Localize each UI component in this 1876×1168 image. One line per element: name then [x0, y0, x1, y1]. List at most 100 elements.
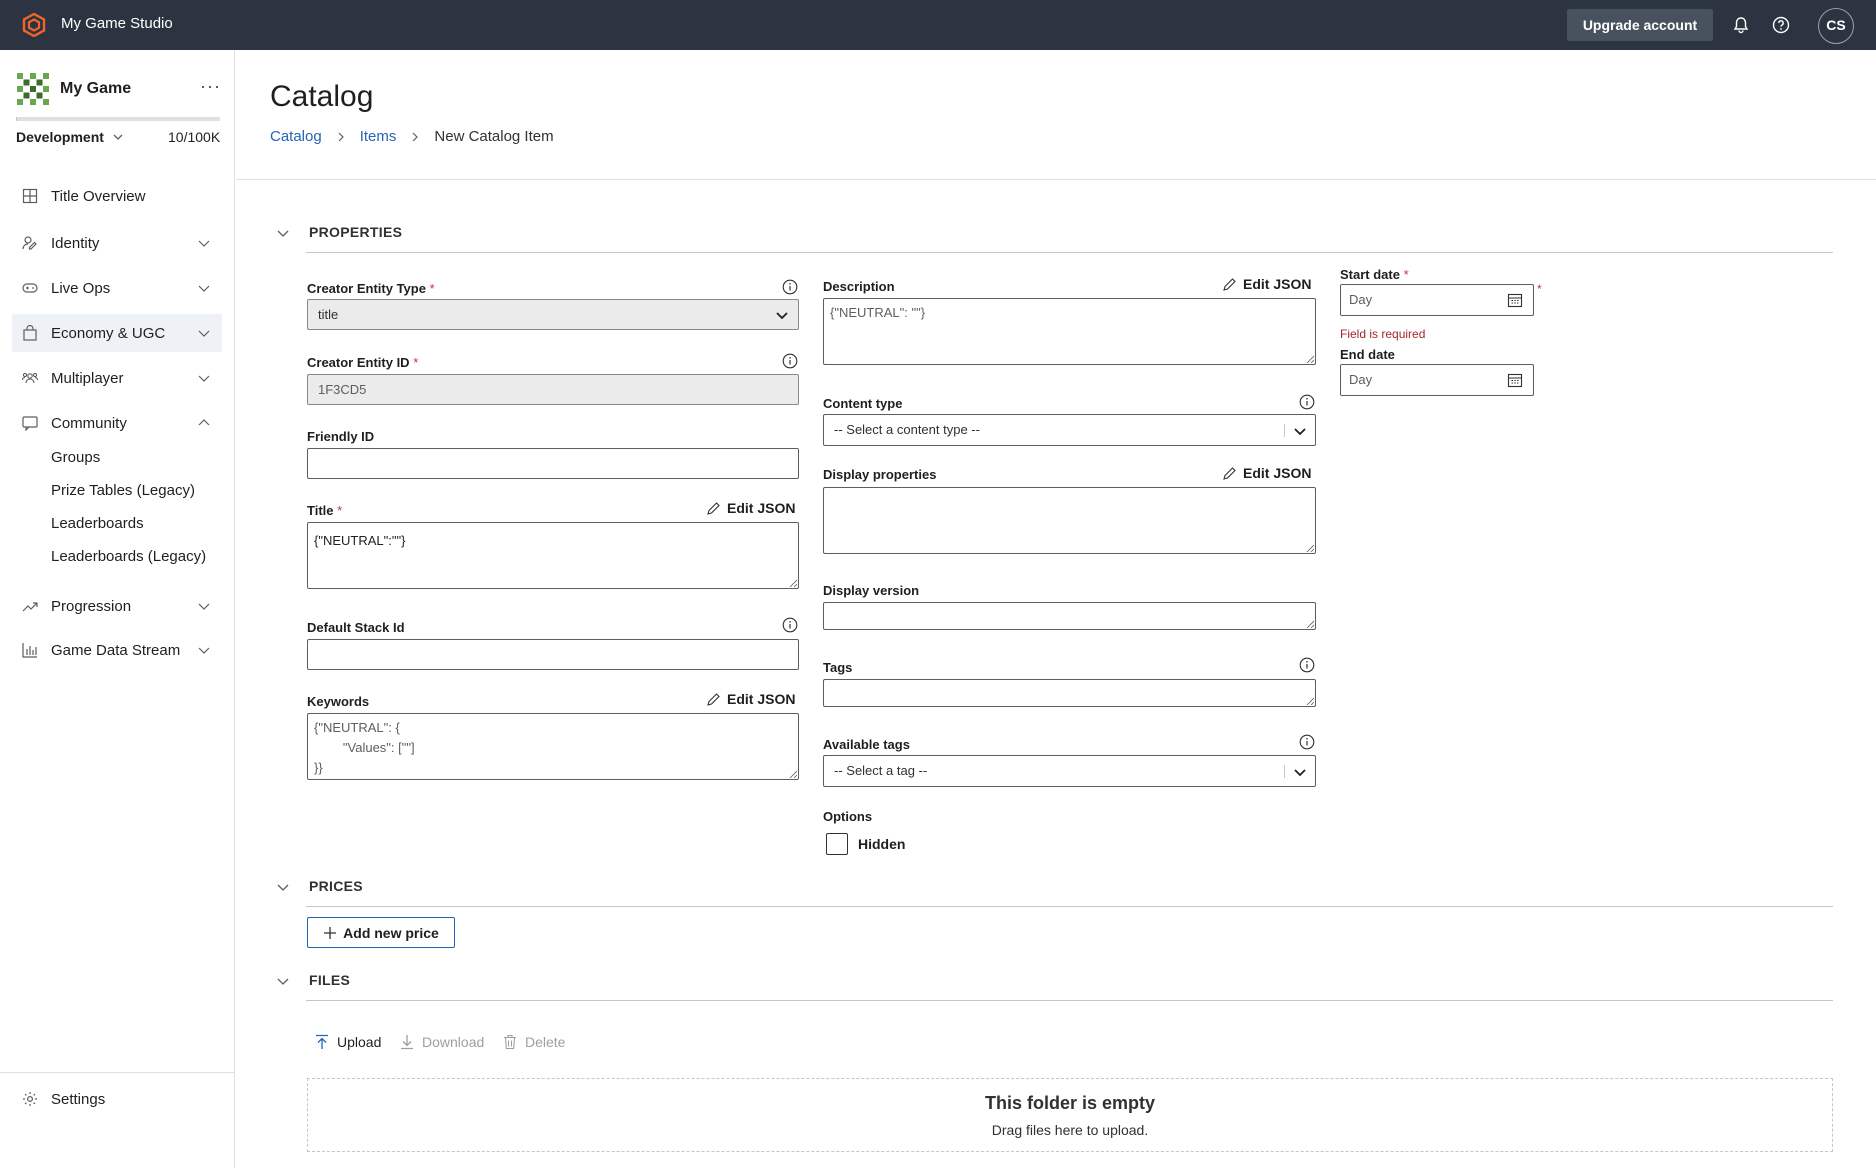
available-tags-select[interactable]: -- Select a tag -- [823, 755, 1316, 787]
identity-icon [22, 236, 37, 250]
delete-button[interactable]: Delete [503, 1034, 565, 1050]
resize-grip-icon[interactable] [1306, 697, 1314, 705]
section-divider [306, 1000, 1833, 1001]
info-icon[interactable] [782, 617, 798, 633]
display-properties-label: Display properties [823, 467, 937, 482]
friendly-id-field[interactable] [307, 448, 799, 479]
download-button[interactable]: Download [400, 1034, 484, 1050]
creator-entity-id-label: Creator Entity ID * [307, 355, 419, 370]
empty-folder-title: This folder is empty [984, 1093, 1156, 1113]
trash-icon [504, 1034, 516, 1050]
sidebar-item-live-ops[interactable]: Live Ops [12, 269, 222, 307]
properties-section-toggle[interactable]: PROPERTIES [276, 224, 402, 240]
more-options-icon[interactable]: ··· [200, 76, 221, 97]
chevron-right-icon [338, 132, 344, 141]
hidden-checkbox[interactable] [826, 833, 848, 855]
sidebar-item-progression[interactable]: Progression [12, 587, 222, 625]
description-edit-json-button[interactable]: Edit JSON [1222, 276, 1311, 292]
game-icon [17, 73, 49, 105]
resize-grip-icon[interactable] [789, 770, 797, 778]
sidebar-subitem-prize-tables[interactable]: Prize Tables (Legacy) [51, 482, 195, 499]
creator-entity-type-value: title [318, 307, 339, 322]
sidebar-subitem-leaderboards[interactable]: Leaderboards [51, 515, 144, 532]
content-type-select[interactable]: -- Select a content type -- [823, 414, 1316, 446]
chevron-up-icon [198, 419, 210, 426]
sidebar-item-game-data-stream[interactable]: Game Data Stream [12, 631, 222, 669]
bell-icon[interactable] [1731, 15, 1751, 35]
studio-name[interactable]: My Game Studio [61, 15, 173, 32]
pencil-icon [707, 692, 720, 706]
bar-chart-icon [22, 643, 37, 658]
end-date-picker[interactable]: Day [1340, 364, 1534, 396]
info-icon[interactable] [782, 279, 798, 295]
breadcrumb-catalog[interactable]: Catalog [270, 128, 322, 145]
prices-section-toggle[interactable]: PRICES [276, 878, 363, 894]
calendar-icon[interactable] [1507, 292, 1523, 308]
pencil-icon [1223, 277, 1236, 291]
info-icon[interactable] [1299, 734, 1315, 750]
chevron-down-icon [776, 312, 788, 320]
keywords-textarea[interactable]: {"NEUTRAL": { "Values": [""] }} [307, 713, 799, 780]
environment-selector[interactable]: Development [16, 129, 124, 145]
sidebar-item-multiplayer[interactable]: Multiplayer [12, 359, 222, 397]
chevron-down-icon [1294, 769, 1306, 777]
resize-grip-icon[interactable] [1306, 544, 1314, 552]
section-title: FILES [309, 972, 351, 988]
empty-folder-hint: Drag files here to upload. [991, 1122, 1149, 1138]
section-title: PRICES [309, 878, 363, 894]
display-properties-textarea[interactable] [823, 487, 1316, 554]
keywords-edit-json-button[interactable]: Edit JSON [706, 691, 795, 707]
sidebar-item-label: Multiplayer [51, 370, 124, 387]
sidebar-subitem-groups[interactable]: Groups [51, 449, 100, 466]
breadcrumb-items[interactable]: Items [360, 128, 397, 145]
calendar-icon[interactable] [1507, 372, 1523, 388]
page-title: Catalog [270, 80, 374, 113]
default-stack-id-field[interactable] [307, 639, 799, 670]
creator-entity-type-label: Creator Entity Type * [307, 281, 435, 296]
display-version-field[interactable] [823, 602, 1316, 630]
hidden-checkbox-label[interactable]: Hidden [858, 836, 905, 852]
sidebar-item-identity[interactable]: Identity [12, 224, 222, 262]
help-icon[interactable] [1771, 15, 1791, 35]
resize-grip-icon[interactable] [1306, 620, 1314, 628]
resize-grip-icon[interactable] [1306, 355, 1314, 363]
sidebar-item-community[interactable]: Community [12, 404, 222, 442]
creator-entity-type-select[interactable]: title [307, 299, 799, 330]
start-date-picker[interactable]: Day [1340, 284, 1534, 316]
upgrade-account-button[interactable]: Upgrade account [1567, 9, 1713, 41]
available-tags-placeholder: -- Select a tag -- [834, 763, 928, 778]
community-icon [22, 416, 38, 431]
sidebar-item-title-overview[interactable]: Title Overview [12, 177, 222, 215]
info-icon[interactable] [1299, 657, 1315, 673]
gamepad-icon [22, 283, 38, 293]
title-edit-json-button[interactable]: Edit JSON [706, 500, 795, 516]
avatar[interactable]: CS [1818, 8, 1854, 44]
content-type-placeholder: -- Select a content type -- [834, 422, 980, 437]
section-divider [306, 906, 1833, 907]
sidebar-item-settings[interactable]: Settings [12, 1080, 222, 1118]
top-bar: My Game Studio Upgrade account CS [0, 0, 1876, 50]
playfab-logo-icon[interactable] [22, 13, 46, 37]
keywords-label: Keywords [307, 694, 370, 709]
creator-entity-id-field[interactable]: 1F3CD5 [307, 374, 799, 405]
files-section-toggle[interactable]: FILES [276, 972, 350, 988]
file-drop-zone[interactable]: This folder is empty Drag files here to … [307, 1078, 1833, 1152]
description-textarea[interactable]: {"NEUTRAL": ""} [823, 298, 1316, 365]
trend-icon [22, 602, 38, 612]
usage-bar-fill [16, 117, 18, 121]
upload-button[interactable]: Upload [315, 1034, 381, 1050]
add-new-price-button[interactable]: Add new price [307, 917, 455, 948]
display-properties-edit-json-button[interactable]: Edit JSON [1222, 465, 1311, 481]
resize-grip-icon[interactable] [789, 579, 797, 587]
tags-field[interactable] [823, 679, 1316, 707]
info-icon[interactable] [1299, 394, 1315, 410]
description-label: Description [823, 279, 895, 294]
sidebar-item-economy-ugc[interactable]: Economy & UGC [12, 314, 222, 352]
game-name[interactable]: My Game [60, 80, 131, 98]
title-textarea[interactable]: {"NEUTRAL":""} [307, 522, 799, 589]
keywords-value: {"NEUTRAL": { "Values": [""] }} [314, 720, 415, 775]
end-date-placeholder: Day [1349, 372, 1373, 387]
section-divider [306, 252, 1833, 253]
sidebar-subitem-leaderboards-legacy[interactable]: Leaderboards (Legacy) [51, 548, 206, 565]
info-icon[interactable] [782, 353, 798, 369]
